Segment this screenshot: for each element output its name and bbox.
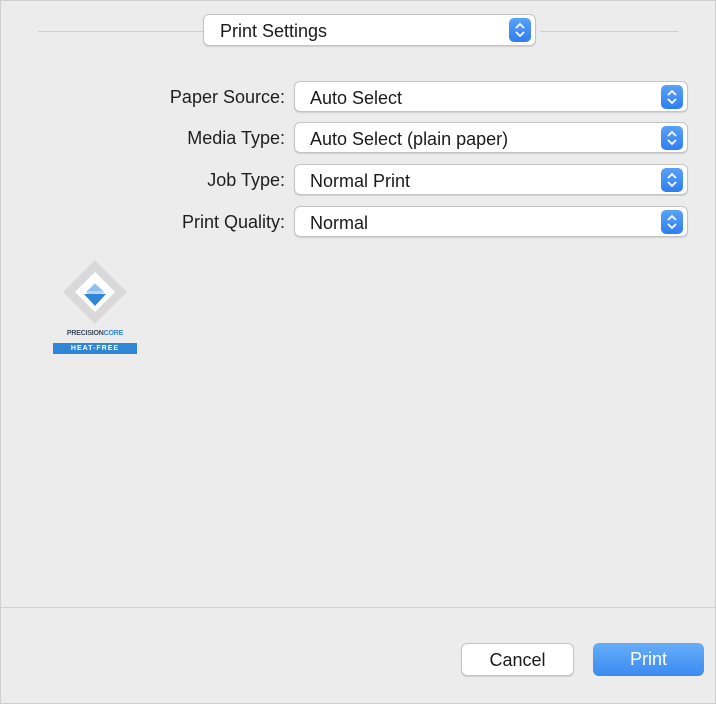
logo-brand-text: PRECISIONCORE bbox=[66, 330, 124, 337]
popup-stepper-icon bbox=[661, 168, 683, 192]
precisioncore-logo: PRECISIONCORE HEAT-FREE bbox=[52, 258, 138, 358]
paper-source-value: Auto Select bbox=[310, 88, 403, 108]
job-type-value: Normal Print bbox=[310, 171, 411, 191]
print-quality-label: Print Quality: bbox=[181, 212, 285, 232]
precisioncore-diamond-icon bbox=[63, 260, 127, 324]
separator-right bbox=[540, 31, 678, 32]
media-type-label: Media Type: bbox=[187, 128, 285, 148]
popup-stepper-icon bbox=[661, 85, 683, 109]
job-type-popup[interactable]: Normal Print bbox=[294, 164, 688, 195]
popup-stepper-icon bbox=[661, 126, 683, 150]
media-type-popup[interactable]: Auto Select (plain paper) bbox=[294, 122, 688, 153]
paper-source-label: Paper Source: bbox=[169, 87, 285, 107]
job-type-label: Job Type: bbox=[207, 170, 285, 190]
paper-source-popup[interactable]: Auto Select bbox=[294, 81, 688, 112]
panel-selector-value: Print Settings bbox=[220, 21, 328, 41]
popup-stepper-icon bbox=[509, 18, 531, 42]
logo-tagline: HEAT-FREE bbox=[53, 343, 137, 354]
print-quality-popup[interactable]: Normal bbox=[294, 206, 688, 237]
footer-divider bbox=[0, 607, 716, 608]
print-quality-value: Normal bbox=[310, 213, 369, 233]
popup-stepper-icon bbox=[661, 210, 683, 234]
panel-selector-popup[interactable]: Print Settings bbox=[203, 14, 536, 46]
media-type-value: Auto Select (plain paper) bbox=[310, 129, 509, 149]
cancel-button[interactable]: Cancel bbox=[461, 643, 574, 676]
print-button[interactable]: Print bbox=[593, 643, 704, 676]
separator-left bbox=[38, 31, 204, 32]
